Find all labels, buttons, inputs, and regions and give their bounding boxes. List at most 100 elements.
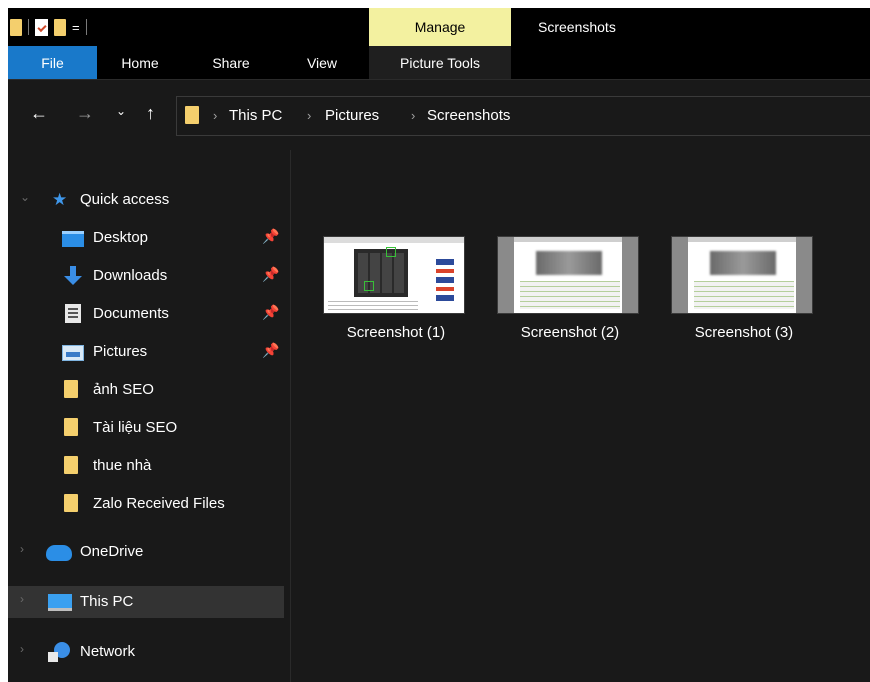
nav-label: Zalo Received Files (93, 495, 225, 512)
thumbnail-image (671, 236, 813, 314)
title-bar: = Manage Screenshots (8, 8, 870, 46)
tab-manage[interactable]: Manage (369, 8, 511, 46)
file-name: Screenshot (2) (520, 324, 620, 341)
navigation-pane: ⌄ ★ Quick access Desktop 📌 Downloads 📌 D… (8, 150, 290, 682)
tab-view[interactable]: View (290, 46, 354, 80)
thumbnail-detail (324, 237, 464, 243)
thumbnail-detail (514, 237, 622, 242)
expand-chevron-icon[interactable]: › (20, 542, 24, 556)
recent-locations-button[interactable]: ⌄ (116, 104, 126, 118)
ribbon-tabs: File Home Share View Picture Tools (8, 46, 870, 80)
nav-item-zalo-received-files[interactable]: Zalo Received Files (8, 488, 284, 520)
thumbnail-detail (364, 281, 374, 291)
expand-chevron-icon[interactable]: ⌄ (20, 190, 30, 204)
nav-label: Quick access (80, 191, 170, 208)
customize-toolbar-icon[interactable]: = (72, 20, 80, 35)
nav-item-downloads[interactable]: Downloads 📌 (8, 260, 284, 292)
folder-icon (185, 106, 199, 124)
thumbnail-detail (710, 251, 776, 275)
nav-onedrive[interactable]: › OneDrive (8, 536, 284, 568)
nav-item-anh-seo[interactable]: ảnh SEO (8, 374, 284, 406)
thumbnail-detail (354, 249, 408, 297)
pin-icon: 📌 (262, 342, 280, 358)
thumbnail-detail (796, 237, 812, 313)
folder-icon (64, 418, 78, 436)
thumbnail-detail (694, 281, 794, 309)
thumbnail-detail (672, 237, 688, 313)
star-icon: ★ (52, 190, 68, 209)
thumbnail-detail (498, 237, 514, 313)
thumbnail-detail (386, 247, 396, 257)
folder-icon (64, 456, 78, 474)
thumbnail-detail (520, 281, 620, 309)
tab-picture-tools[interactable]: Picture Tools (369, 46, 511, 80)
nav-item-tai-lieu-seo[interactable]: Tài liệu SEO (8, 412, 284, 444)
breadcrumb-screenshots[interactable]: Screenshots (427, 107, 510, 124)
nav-label: OneDrive (80, 543, 144, 560)
nav-quick-access[interactable]: ⌄ ★ Quick access (8, 184, 284, 216)
nav-item-desktop[interactable]: Desktop 📌 (8, 222, 284, 254)
file-name: Screenshot (1) (346, 324, 446, 341)
nav-label: Documents (93, 305, 169, 322)
nav-label: Pictures (93, 343, 148, 360)
nav-label: Desktop (93, 229, 149, 246)
thumbnail-detail (688, 237, 796, 242)
up-button[interactable]: ↑ (146, 104, 155, 122)
nav-label: Tài liệu SEO (93, 419, 178, 436)
tab-share[interactable]: Share (196, 46, 266, 80)
nav-item-documents[interactable]: Documents 📌 (8, 298, 284, 330)
new-folder-icon[interactable] (54, 18, 66, 36)
window-title: Screenshots (538, 19, 616, 35)
file-view: Screenshot (1) Screenshot (2) Screenshot… (291, 150, 870, 682)
breadcrumb-separator: › (213, 108, 218, 123)
thumbnail-detail (536, 251, 602, 275)
folder-icon (10, 18, 22, 36)
expand-chevron-icon[interactable]: › (20, 642, 24, 656)
toolbar-separator (28, 19, 29, 35)
nav-label: This PC (80, 593, 134, 610)
file-item-screenshot-1[interactable]: Screenshot (1) (317, 230, 467, 350)
file-name: Screenshot (3) (694, 324, 794, 341)
nav-label: thue nhà (93, 457, 152, 474)
nav-item-thue-nha[interactable]: thue nhà (8, 450, 284, 482)
thumbnail-detail (328, 301, 418, 311)
onedrive-cloud-icon (46, 545, 72, 561)
folder-icon (64, 380, 78, 398)
downloads-icon (62, 266, 84, 286)
expand-chevron-icon[interactable]: › (20, 592, 24, 606)
pictures-icon (62, 345, 84, 361)
thumbnail-detail (436, 259, 454, 303)
nav-network[interactable]: › Network (8, 636, 284, 668)
quick-access-toolbar: = (10, 16, 87, 38)
properties-icon[interactable] (35, 18, 48, 36)
toolbar-separator (85, 19, 87, 35)
breadcrumb-pictures[interactable]: Pictures (325, 107, 379, 124)
nav-label: ảnh SEO (93, 381, 154, 398)
breadcrumb-separator: › (307, 108, 312, 123)
network-icon (48, 642, 72, 662)
nav-label: Downloads (93, 267, 168, 284)
this-pc-icon (48, 594, 72, 611)
pin-icon: 📌 (262, 228, 280, 244)
tab-home[interactable]: Home (100, 46, 180, 80)
pin-icon: 📌 (262, 304, 280, 320)
address-row: ← → ⌄ ↑ › This PC › Pictures › Screensho… (8, 80, 870, 150)
tab-file[interactable]: File (8, 46, 97, 80)
pin-icon: 📌 (262, 266, 280, 282)
breadcrumb-separator: › (411, 108, 416, 123)
folder-icon (64, 494, 78, 512)
nav-label: Network (80, 643, 136, 660)
file-item-screenshot-3[interactable]: Screenshot (3) (665, 230, 815, 350)
address-bar[interactable]: › This PC › Pictures › Screenshots (176, 96, 870, 136)
file-explorer-window: = Manage Screenshots File Home Share Vie… (8, 8, 870, 682)
thumbnail-detail (622, 237, 638, 313)
nav-item-pictures[interactable]: Pictures 📌 (8, 336, 284, 368)
breadcrumb-this-pc[interactable]: This PC (229, 107, 282, 124)
thumbnail-image (323, 236, 465, 314)
forward-button[interactable]: → (76, 104, 94, 122)
desktop-icon (62, 231, 84, 247)
nav-this-pc[interactable]: › This PC (8, 586, 284, 618)
file-item-screenshot-2[interactable]: Screenshot (2) (491, 230, 641, 350)
back-button[interactable]: ← (30, 104, 48, 122)
documents-icon (65, 304, 81, 323)
